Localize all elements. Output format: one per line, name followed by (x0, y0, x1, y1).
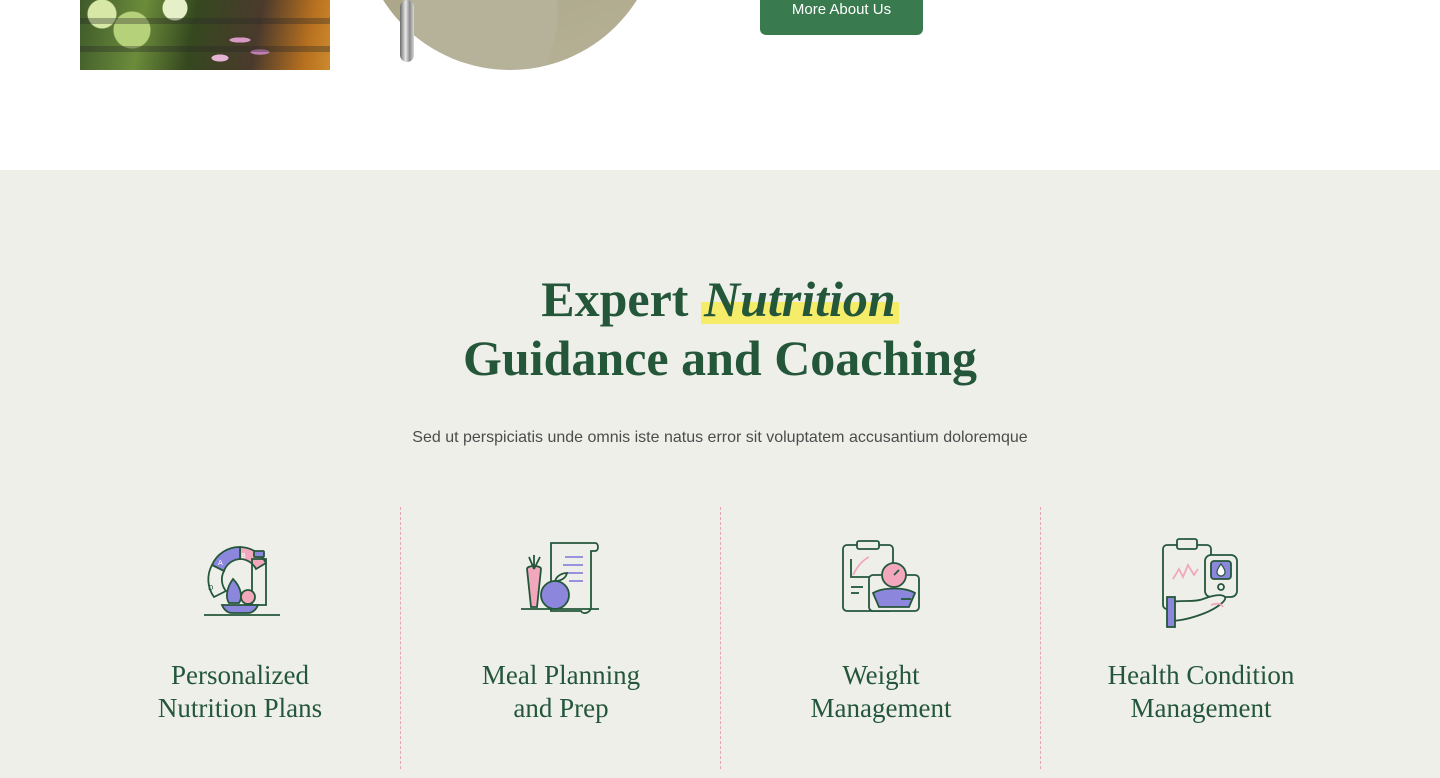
service-title: Personalized Nutrition Plans (80, 659, 400, 725)
service-title: Health Condition Management (1041, 659, 1361, 725)
service-title-line1: Personalized (171, 660, 309, 690)
service-title-line1: Health Condition (1107, 660, 1295, 690)
heading-line2: Guidance and Coaching (462, 330, 977, 386)
service-title: Meal Planning and Prep (401, 659, 721, 725)
section-heading: Expert Nutrition Guidance and Coaching (0, 270, 1440, 388)
person-photo (370, 0, 670, 70)
service-card-nutrition-plans[interactable]: A B D Personalized Nutrition Plans (80, 507, 400, 769)
svg-text:D: D (208, 584, 213, 592)
services-cards: A B D Personalized Nutrition Plans Meal … (80, 507, 1360, 769)
vegetables-photo (80, 0, 330, 70)
service-title-line1: Weight (842, 660, 920, 690)
section-subtitle: Sed ut perspiciatis unde omnis iste natu… (412, 429, 1028, 446)
service-title-line2: Nutrition Plans (157, 693, 323, 723)
service-title-line2: Management (1130, 693, 1272, 723)
service-title-line1: Meal Planning (481, 660, 641, 690)
service-title: Weight Management (721, 659, 1041, 725)
svg-text:B: B (241, 552, 246, 560)
weight-scale-icon (842, 540, 920, 612)
service-card-weight-management[interactable]: Weight Management (720, 507, 1040, 769)
service-title-line2: and Prep (513, 693, 609, 723)
svg-text:A: A (218, 559, 223, 567)
heading-part1: Expert (541, 271, 689, 327)
service-title-line2: Management (810, 693, 952, 723)
meal-planning-icon (521, 542, 599, 614)
more-about-us-button[interactable]: More About Us (760, 0, 923, 35)
about-section: More About Us (0, 0, 1440, 170)
heading-highlight: Nutrition (700, 271, 899, 327)
service-card-meal-planning[interactable]: Meal Planning and Prep (400, 507, 720, 769)
health-monitor-icon (1162, 538, 1238, 628)
services-section: Expert Nutrition Guidance and Coaching S… (0, 170, 1440, 778)
nutrition-plan-icon: A B D (204, 546, 280, 616)
service-card-health-condition[interactable]: Health Condition Management (1040, 507, 1360, 769)
